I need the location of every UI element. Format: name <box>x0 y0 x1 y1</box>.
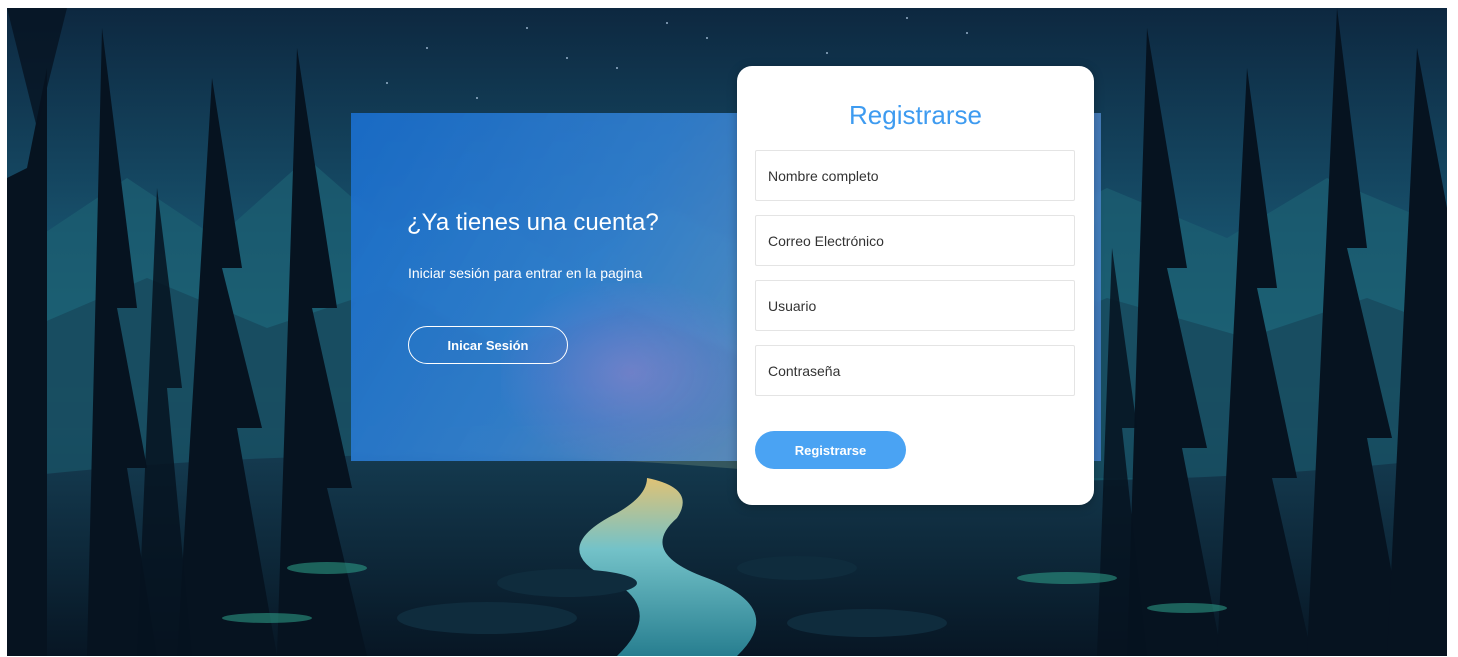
page-viewport: ¿Ya tienes una cuenta? Iniciar sesión pa… <box>7 8 1447 656</box>
panel-glow-decoration <box>501 283 761 463</box>
password-input[interactable] <box>755 345 1075 396</box>
register-submit-button[interactable]: Registrarse <box>755 431 906 469</box>
email-input[interactable] <box>755 215 1075 266</box>
login-button[interactable]: Inicar Sesión <box>408 326 568 364</box>
login-hint-text: Iniciar sesión para entrar en la pagina <box>408 265 643 281</box>
full-name-input[interactable] <box>755 150 1075 201</box>
register-form-card: Registrarse Registrarse <box>737 66 1094 505</box>
username-input[interactable] <box>755 280 1075 331</box>
register-title: Registrarse <box>849 100 982 130</box>
login-question-heading: ¿Ya tienes una cuenta? <box>407 209 659 236</box>
